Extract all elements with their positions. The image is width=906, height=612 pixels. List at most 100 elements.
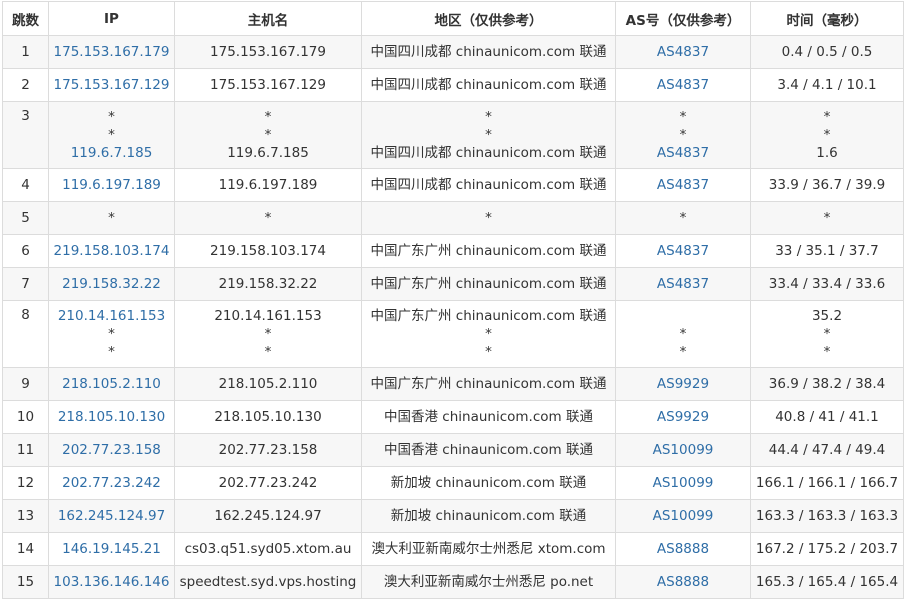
host-text: cs03.q51.syd05.xtom.au — [184, 541, 352, 557]
hostname-cell: 175.153.167.129 — [174, 68, 362, 102]
timeout-marker: * — [264, 127, 272, 143]
region-cell: * * 中国四川成都 chinaunicom.com 联通 — [361, 101, 616, 169]
as-link[interactable]: AS4837 — [620, 176, 746, 194]
timeout-marker: * — [679, 344, 687, 360]
time-cell: 3.4 / 4.1 / 10.1 — [750, 68, 904, 102]
timeout-marker: * — [264, 210, 272, 226]
ip-cell: 218.105.2.110 — [48, 367, 175, 401]
as-cell: AS9929 — [615, 400, 751, 434]
as-link[interactable]: AS4837 — [620, 144, 746, 162]
ip-link[interactable]: 119.6.7.185 — [53, 144, 170, 162]
region-cell: 中国广东广州 chinaunicom.com 联通 — [361, 367, 616, 401]
as-cell: AS10099 — [615, 466, 751, 500]
time-cell: 165.3 / 165.4 / 165.4 — [750, 565, 904, 599]
time-text: 40.8 / 41 / 41.1 — [775, 409, 879, 425]
region-cell: 中国广东广州 chinaunicom.com 联通 * * — [361, 300, 616, 368]
ip-cell: 219.158.103.174 — [48, 234, 175, 268]
time-cell: 33 / 35.1 / 37.7 — [750, 234, 904, 268]
as-link[interactable]: AS10099 — [620, 441, 746, 459]
hop-number: 3 — [2, 101, 49, 169]
as-cell: * * AS4837 — [615, 101, 751, 169]
ip-link[interactable]: 103.136.146.146 — [53, 573, 170, 591]
host-text: 119.6.7.185 — [227, 145, 309, 161]
ip-link[interactable]: 219.158.32.22 — [53, 275, 170, 293]
table-row: 4 119.6.197.189 119.6.197.189 中国四川成都 chinau… — [2, 168, 904, 202]
header-region: 地区（仅供参考） — [361, 1, 616, 36]
ip-cell: 175.153.167.129 — [48, 68, 175, 102]
as-link[interactable]: AS8888 — [620, 573, 746, 591]
ip-link[interactable]: 146.19.145.21 — [53, 540, 170, 558]
hop-number: 1 — [2, 35, 49, 69]
timeout-marker: * — [823, 109, 831, 125]
ip-cell: 202.77.23.242 — [48, 466, 175, 500]
time-text: 36.9 / 38.2 / 38.4 — [768, 376, 886, 392]
region-cell: 中国四川成都 chinaunicom.com 联通 — [361, 168, 616, 202]
as-link[interactable]: AS8888 — [620, 540, 746, 558]
hostname-cell: 218.105.2.110 — [174, 367, 362, 401]
hop-number: 9 — [2, 367, 49, 401]
as-link[interactable]: AS9929 — [620, 408, 746, 426]
as-link[interactable]: AS10099 — [620, 507, 746, 525]
as-link[interactable]: AS4837 — [620, 275, 746, 293]
time-cell: 35.2 * * — [750, 300, 904, 368]
timeout-marker: * — [108, 127, 115, 143]
ip-link[interactable]: 218.105.2.110 — [53, 375, 170, 393]
time-text: 163.3 / 163.3 / 163.3 — [755, 508, 899, 524]
table-row: 15 103.136.146.146 speedtest.syd.vps.hosti… — [2, 565, 904, 599]
region-cell: 澳大利亚新南威尔士州悉尼 xtom.com — [361, 532, 616, 566]
timeout-marker: * — [485, 210, 492, 226]
time-text: 0.4 / 0.5 / 0.5 — [781, 44, 873, 60]
time-cell: 0.4 / 0.5 / 0.5 — [750, 35, 904, 69]
region-cell: 中国广东广州 chinaunicom.com 联通 — [361, 267, 616, 301]
ip-link[interactable]: 219.158.103.174 — [53, 242, 170, 260]
ip-link[interactable]: 162.245.124.97 — [53, 507, 170, 525]
host-text: speedtest.syd.vps.hosting — [179, 574, 357, 590]
ip-cell: 162.245.124.97 — [48, 499, 175, 533]
as-link[interactable]: AS4837 — [620, 242, 746, 260]
table-row: 2 175.153.167.129 175.153.167.129 中国四川成都 ch… — [2, 68, 904, 102]
ip-link[interactable]: 210.14.161.153 — [53, 307, 170, 325]
time-cell: 167.2 / 175.2 / 203.7 — [750, 532, 904, 566]
as-text — [620, 307, 746, 325]
region-text: 新加坡 chinaunicom.com 联通 — [390, 508, 587, 524]
hostname-cell: 202.77.23.158 — [174, 433, 362, 467]
hostname-cell: 202.77.23.242 — [174, 466, 362, 500]
as-cell: * — [615, 201, 751, 235]
ip-link[interactable]: 202.77.23.158 — [53, 441, 170, 459]
region-cell: 新加坡 chinaunicom.com 联通 — [361, 466, 616, 500]
timeout-marker: * — [108, 210, 115, 226]
ip-cell: 146.19.145.21 — [48, 532, 175, 566]
hostname-cell: 210.14.161.153 * * — [174, 300, 362, 368]
timeout-marker: * — [264, 109, 272, 125]
as-link[interactable]: AS9929 — [620, 375, 746, 393]
header-hostname: 主机名 — [174, 1, 362, 36]
timeout-marker: * — [823, 210, 831, 226]
ip-link[interactable]: 175.153.167.129 — [53, 76, 170, 94]
traceroute-table: 跳数 IP 主机名 地区（仅供参考） AS号（仅供参考） 时间（毫秒） 1 175… — [2, 1, 904, 599]
time-cell: 36.9 / 38.2 / 38.4 — [750, 367, 904, 401]
region-text: 中国香港 chinaunicom.com 联通 — [384, 409, 593, 425]
ip-link[interactable]: 218.105.10.130 — [53, 408, 170, 426]
ip-link[interactable]: 119.6.197.189 — [53, 176, 170, 194]
as-link[interactable]: AS4837 — [620, 43, 746, 61]
timeout-marker: * — [485, 109, 492, 125]
timeout-marker: * — [264, 326, 272, 342]
as-cell: AS10099 — [615, 433, 751, 467]
as-link[interactable]: AS4837 — [620, 76, 746, 94]
as-cell: AS4837 — [615, 267, 751, 301]
region-text: 中国四川成都 chinaunicom.com 联通 — [370, 77, 607, 93]
ip-link[interactable]: 202.77.23.242 — [53, 474, 170, 492]
header-as-number: AS号（仅供参考） — [615, 1, 751, 36]
ip-link[interactable]: 175.153.167.179 — [53, 43, 170, 61]
time-text: 35.2 — [811, 308, 843, 324]
time-cell: 40.8 / 41 / 41.1 — [750, 400, 904, 434]
region-text: 中国四川成都 chinaunicom.com 联通 — [370, 44, 607, 60]
region-cell: 中国香港 chinaunicom.com 联通 — [361, 433, 616, 467]
table-row: 8 210.14.161.153 * * 210.14.161.153 * * 中国广东广州 … — [2, 300, 904, 368]
hostname-cell: 219.158.32.22 — [174, 267, 362, 301]
time-text: 44.4 / 47.4 / 49.4 — [768, 442, 886, 458]
hop-number: 5 — [2, 201, 49, 235]
timeout-marker: * — [485, 127, 492, 143]
as-cell: AS4837 — [615, 168, 751, 202]
as-link[interactable]: AS10099 — [620, 474, 746, 492]
